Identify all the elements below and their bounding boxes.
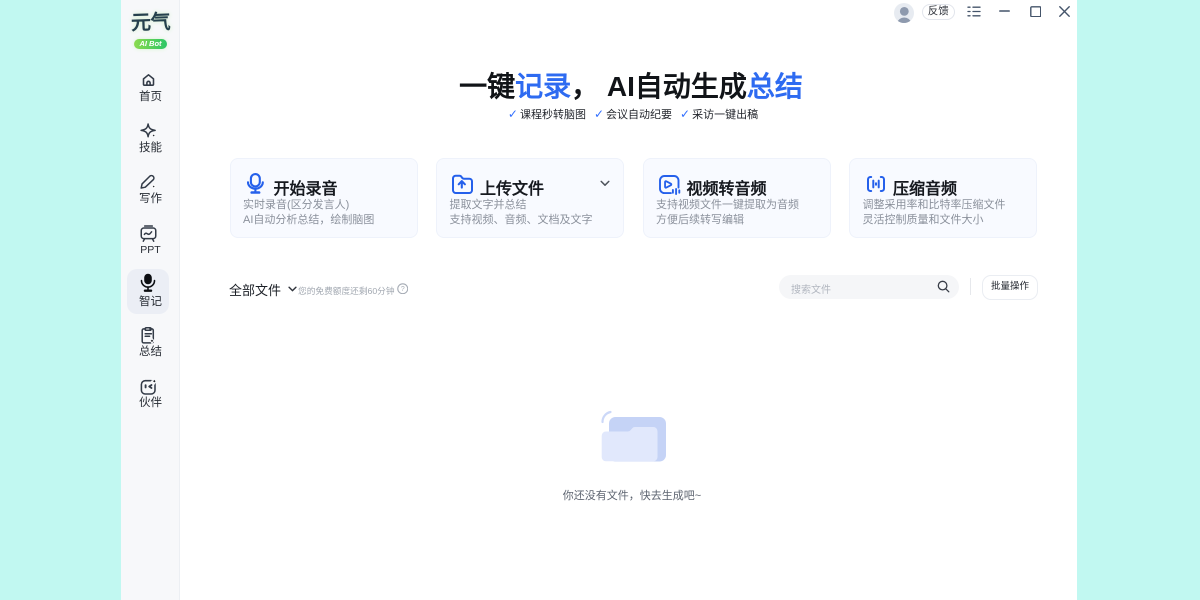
svg-text:?: ? <box>400 286 404 293</box>
